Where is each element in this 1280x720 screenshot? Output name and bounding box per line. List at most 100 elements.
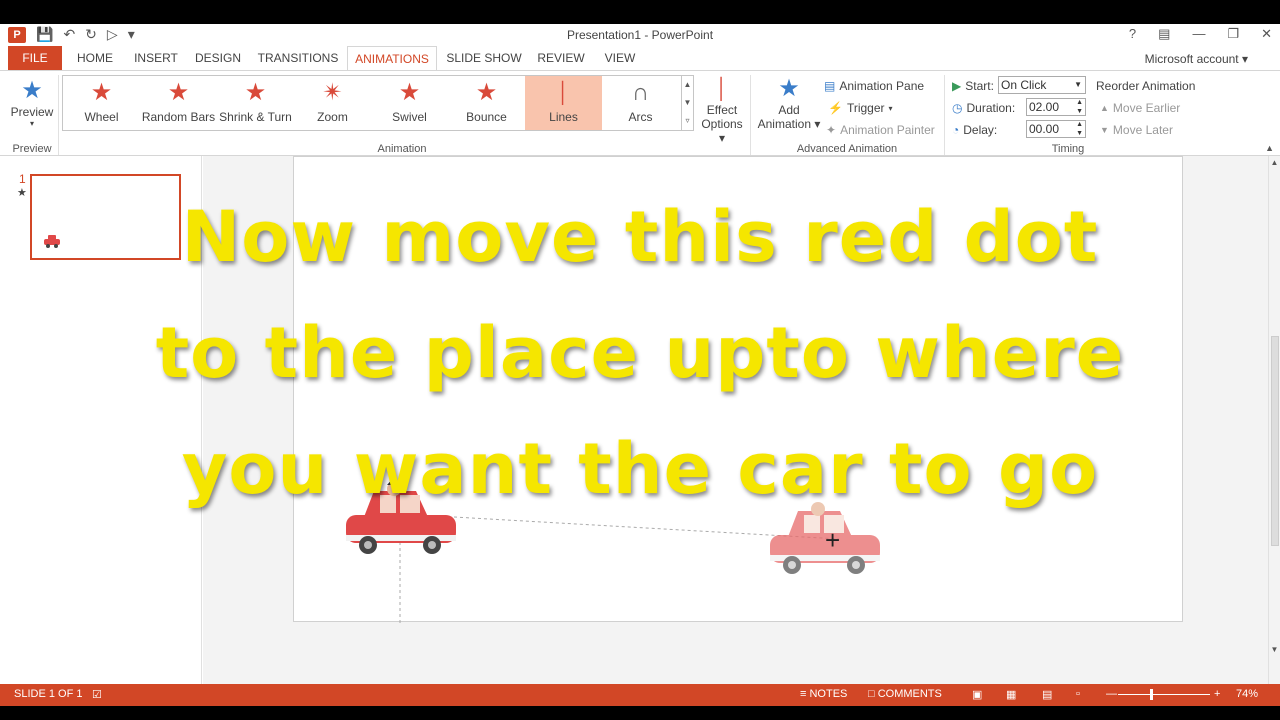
triangle-up-icon: ▲ [1100, 103, 1109, 113]
zoom-slider[interactable] [1118, 694, 1210, 695]
start-label: ▶ Start: [952, 79, 994, 93]
divider [750, 75, 751, 155]
tab-review[interactable]: REVIEW [532, 46, 590, 70]
shrink-turn-effect-icon: ★ [244, 79, 267, 106]
animation-pane-icon: ▤ [824, 79, 836, 93]
slide-counter: SLIDE 1 OF 1 [14, 688, 83, 700]
wheel-effect-icon: ★ [90, 79, 113, 106]
slide-sorter-icon[interactable]: ▦ [1006, 688, 1016, 701]
zoom-in-icon[interactable]: + [1214, 688, 1220, 700]
tab-animations[interactable]: ANIMATIONS [347, 46, 437, 70]
duration-input[interactable]: 02.00 ▲ ▼ [1026, 98, 1086, 116]
zoom-effect-icon: ✴ [322, 79, 343, 106]
ribbon-display-icon[interactable]: ▤ [1158, 26, 1170, 42]
delay-clock-icon: ◔ [952, 123, 960, 137]
divider [58, 75, 59, 155]
scroll-down-icon[interactable]: ▼ [1269, 645, 1280, 654]
gallery-up-icon[interactable]: ▲ [682, 76, 693, 94]
chevron-down-icon: ▾ [29, 119, 34, 128]
spinner-icon[interactable]: ▲ ▼ [1076, 98, 1083, 116]
scroll-up-icon[interactable]: ▲ [1269, 158, 1280, 167]
random-bars-effect-icon: ★ [167, 79, 190, 106]
gallery-item-random-bars[interactable]: ★ Random Bars [140, 76, 217, 130]
animation-pane-button[interactable]: ▤ Animation Pane [824, 79, 924, 93]
effect-options-icon: │ [715, 78, 729, 100]
restore-icon[interactable]: ❐ [1227, 26, 1239, 42]
preview-star-icon: ★ [21, 77, 43, 104]
zoom-level[interactable]: 74% [1236, 688, 1258, 700]
gallery-item-lines[interactable]: │ Lines [525, 76, 602, 130]
ribbon: ★ Preview ▾ Preview ★ Wheel ★ Random Bars … [0, 70, 1280, 156]
caption-line-2: to the place upto where [155, 312, 1125, 394]
add-animation-button[interactable]: ★ Add Animation ▾ [756, 75, 822, 131]
ribbon-tabs: FILE HOME INSERT DESIGN TRANSITIONS ANIM… [0, 46, 1280, 70]
slide-number: 1 [19, 172, 26, 186]
powerpoint-window: P 💾 ↶ ↻ ▷ ▾ Presentation1 - PowerPoint ?… [0, 24, 1280, 706]
lines-path-icon: │ [557, 82, 570, 104]
gallery-item-shrink-turn[interactable]: ★ Shrink & Turn [217, 76, 294, 130]
animation-gallery: ★ Wheel ★ Random Bars ★ Shrink & Turn ✴ Zoom… [62, 75, 682, 131]
delay-input[interactable]: 00.00 ▲ ▼ [1026, 120, 1086, 138]
window-title: Presentation1 - PowerPoint [566, 28, 714, 42]
gallery-item-zoom[interactable]: ✴ Zoom [294, 76, 371, 130]
effect-options-button[interactable]: │ Effect Options ▾ [698, 75, 746, 145]
account-menu[interactable]: Microsoft account ▾ [1145, 52, 1248, 66]
gallery-down-icon[interactable]: ▼ [682, 94, 693, 112]
tab-slide-show[interactable]: SLIDE SHOW [446, 46, 522, 70]
normal-view-icon[interactable]: ▣ [972, 688, 982, 701]
trigger-button[interactable]: ⚡ Trigger ▾ [828, 101, 893, 115]
tab-design[interactable]: DESIGN [190, 46, 246, 70]
delay-label: ◔ Delay: [952, 123, 998, 137]
lightning-icon: ⚡ [828, 101, 843, 115]
group-label-preview: Preview [12, 143, 52, 155]
move-later-button[interactable]: ▼ Move Later [1100, 123, 1173, 137]
gallery-item-wheel[interactable]: ★ Wheel [63, 76, 140, 130]
tab-transitions[interactable]: TRANSITIONS [256, 46, 340, 70]
zoom-out-icon[interactable]: — [1106, 688, 1117, 700]
reading-view-icon[interactable]: ▤ [1042, 688, 1052, 701]
chevron-down-icon: ▼ [1074, 80, 1082, 89]
paintbrush-icon: ✦ [826, 123, 837, 137]
zoom-slider-thumb[interactable] [1150, 689, 1153, 700]
gallery-item-bounce[interactable]: ★ Bounce [448, 76, 525, 130]
gallery-item-arcs[interactable]: ∩ Arcs [602, 76, 679, 130]
window-controls: ? ▤ — ❐ ✕ [1129, 26, 1272, 42]
status-bar: SLIDE 1 OF 1 ☑ ≡ NOTES □ COMMENTS ▣ ▦ ▤ … [0, 684, 1280, 706]
group-label-timing: Timing [1051, 143, 1085, 155]
divider [944, 75, 945, 155]
gallery-item-swivel[interactable]: ★ Swivel [371, 76, 448, 130]
arcs-path-icon: ∩ [631, 79, 650, 106]
preview-button[interactable]: ★ Preview ▾ [8, 77, 56, 128]
group-label-animation: Animation [377, 143, 427, 155]
animation-painter-button[interactable]: ✦ Animation Painter [826, 123, 935, 137]
caption-line-3: you want the car to go [181, 428, 1099, 510]
add-animation-star-icon: ★ [778, 75, 800, 102]
swivel-effect-icon: ★ [398, 79, 421, 106]
minimize-icon[interactable]: — [1192, 26, 1205, 42]
chevron-down-icon: ▾ [888, 103, 893, 113]
tab-view[interactable]: VIEW [598, 46, 642, 70]
collapse-ribbon-icon[interactable]: ▲ [1265, 143, 1274, 153]
close-icon[interactable]: ✕ [1261, 26, 1272, 42]
duration-label: ◷ Duration: [952, 101, 1016, 115]
spinner-icon[interactable]: ▲ ▼ [1076, 120, 1083, 138]
reorder-animation-label: Reorder Animation [1096, 79, 1196, 93]
comments-button[interactable]: □ COMMENTS [868, 688, 942, 700]
tab-home[interactable]: HOME [70, 46, 120, 70]
move-earlier-button[interactable]: ▲ Move Earlier [1100, 101, 1180, 115]
slide-show-icon[interactable]: ▫ [1076, 688, 1080, 700]
title-bar: P 💾 ↶ ↻ ▷ ▾ Presentation1 - PowerPoint ?… [0, 24, 1280, 46]
bounce-effect-icon: ★ [475, 79, 498, 106]
spell-check-icon[interactable]: ☑ [92, 688, 102, 701]
tab-insert[interactable]: INSERT [130, 46, 182, 70]
help-icon[interactable]: ? [1129, 26, 1136, 42]
caption-line-1: Now move this red dot [181, 196, 1099, 278]
start-select[interactable]: On Click ▼ [998, 76, 1086, 94]
gallery-more-icon[interactable]: ▿ [682, 112, 693, 130]
tab-file[interactable]: FILE [8, 46, 62, 70]
gallery-scrollbar[interactable]: ▲ ▼ ▿ [682, 75, 694, 131]
notes-button[interactable]: ≡ NOTES [800, 688, 847, 700]
group-label-advanced-animation: Advanced Animation [796, 143, 898, 155]
clock-icon: ◷ [952, 101, 963, 115]
play-icon: ▶ [952, 79, 962, 93]
